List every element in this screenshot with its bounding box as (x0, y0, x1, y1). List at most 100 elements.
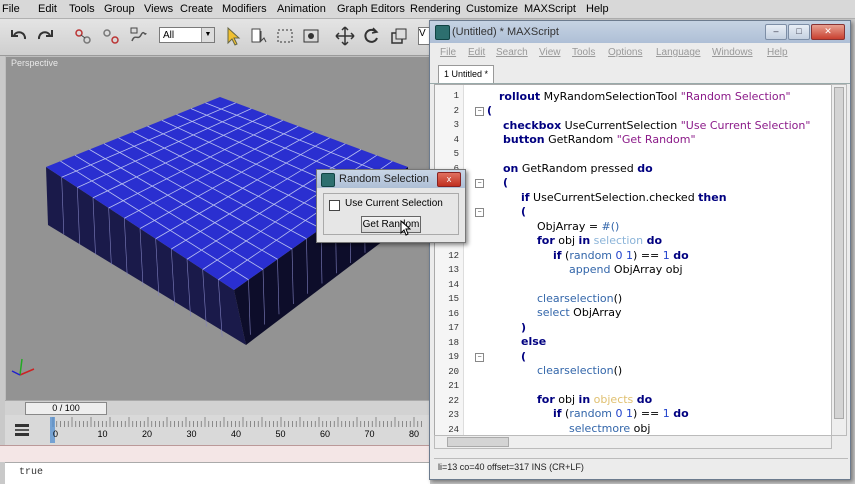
fold-toggle[interactable]: − (475, 107, 484, 116)
link-icon[interactable] (72, 25, 94, 47)
dialog-titlebar[interactable]: Random Selection x (317, 170, 465, 188)
menu-tools[interactable]: Tools (69, 3, 95, 15)
main-menubar: File Edit Tools Group Views Create Modifiers An… (0, 0, 855, 19)
editor-menu-view[interactable]: View (539, 47, 561, 58)
close-icon[interactable]: ✕ (811, 24, 845, 40)
line-number: 14 (435, 280, 459, 290)
line-number: 15 (435, 294, 459, 304)
maxscript-icon (321, 173, 335, 187)
fold-toggle[interactable]: − (475, 179, 484, 188)
redo-icon[interactable] (34, 25, 56, 47)
menu-group[interactable]: Group (104, 3, 135, 15)
line-number: 5 (435, 149, 459, 159)
maxscript-listener[interactable]: true (5, 462, 430, 484)
editor-menu-tools[interactable]: Tools (572, 47, 595, 58)
line-number: 23 (435, 410, 459, 420)
code-line-8: if UseCurrentSelection.checked then (521, 191, 727, 204)
track-bar[interactable]: 01020304050607080 (5, 415, 430, 445)
track-ruler (45, 417, 425, 427)
editor-menu-help[interactable]: Help (767, 47, 788, 58)
code-line-6: on GetRandom pressed do (503, 162, 653, 175)
horizontal-scrollbar[interactable] (434, 435, 832, 449)
use-current-selection-checkbox[interactable] (329, 200, 340, 211)
line-number: 2 (435, 106, 459, 116)
track-tick-label: 70 (365, 429, 375, 439)
menu-views[interactable]: Views (144, 3, 173, 15)
menu-create[interactable]: Create (180, 3, 213, 15)
menu-help[interactable]: Help (586, 3, 609, 15)
menu-modifiers[interactable]: Modifiers (222, 3, 267, 15)
maximize-icon[interactable]: □ (788, 24, 810, 40)
listener-pink-bar[interactable] (0, 445, 430, 462)
minimize-icon[interactable]: – (765, 24, 787, 40)
editor-menu-language[interactable]: Language (656, 47, 701, 58)
code-line-1: rollout MyRandomSelectionTool "Random Se… (499, 90, 791, 103)
close-icon[interactable]: x (437, 172, 461, 187)
maxscript-editor-window[interactable]: (Untitled) * MAXScript – □ ✕ File Edit Sea… (429, 20, 851, 480)
horizontal-scroll-thumb[interactable] (447, 437, 509, 447)
editor-menu-file[interactable]: File (440, 47, 456, 58)
code-line-22: for obj in objects do (537, 393, 652, 406)
editor-menu-search[interactable]: Search (496, 47, 528, 58)
code-line-2: ( (487, 104, 492, 117)
code-line-11: for obj in selection do (537, 234, 662, 247)
editor-menu-options[interactable]: Options (608, 47, 642, 58)
menu-graph-editors[interactable]: Graph Editors (337, 3, 405, 15)
time-slider-thumb[interactable]: 0 / 100 (25, 402, 107, 415)
editor-menu-windows[interactable]: Windows (712, 47, 753, 58)
window-crossing-icon[interactable] (300, 25, 322, 47)
vertical-scrollbar[interactable] (831, 84, 847, 436)
line-number: 20 (435, 367, 459, 377)
line-number: 3 (435, 120, 459, 130)
get-random-button[interactable]: Get Random (361, 216, 421, 233)
editor-menu-edit[interactable]: Edit (468, 47, 485, 58)
line-number: 17 (435, 323, 459, 333)
editor-tab-strip: 1 Untitled * (430, 63, 850, 84)
select-by-name-icon[interactable] (248, 25, 270, 47)
line-number: 13 (435, 265, 459, 275)
code-line-20: clearselection() (537, 364, 622, 377)
code-line-16: select ObjArray (537, 306, 622, 319)
unlink-icon[interactable] (100, 25, 122, 47)
menu-file[interactable]: File (2, 3, 20, 15)
menu-animation[interactable]: Animation (277, 3, 326, 15)
tab-untitled[interactable]: 1 Untitled * (438, 65, 494, 83)
select-icon[interactable] (222, 25, 244, 47)
time-slider[interactable]: 0 / 100 (5, 400, 430, 415)
code-area[interactable]: 123456789101112131415161718192021222324 … (434, 84, 832, 436)
vertical-scroll-thumb[interactable] (834, 87, 844, 419)
undo-icon[interactable] (8, 25, 30, 47)
rect-region-icon[interactable] (274, 25, 296, 47)
menu-customize[interactable]: Customize (466, 3, 518, 15)
editor-titlebar[interactable]: (Untitled) * MAXScript – □ ✕ (430, 21, 850, 43)
track-view-icon[interactable] (13, 421, 31, 439)
track-tick-label: 0 (53, 429, 58, 439)
track-tick-label: 40 (231, 429, 241, 439)
track-tick-label: 10 (98, 429, 108, 439)
fold-toggle[interactable]: − (475, 208, 484, 217)
fold-toggle[interactable]: − (475, 353, 484, 362)
code-line-7: ( (503, 176, 508, 189)
code-line-15: clearselection() (537, 292, 622, 305)
selection-filter-dropdown[interactable]: All▼ (159, 27, 215, 43)
bind-space-warp-icon[interactable] (128, 25, 150, 47)
code-line-17: ) (521, 321, 526, 334)
rotate-icon[interactable] (360, 25, 382, 47)
line-number: 1 (435, 91, 459, 101)
menu-rendering[interactable]: Rendering (410, 3, 461, 15)
line-number: 4 (435, 135, 459, 145)
code-line-18: else (521, 335, 546, 348)
mouse-cursor-icon (399, 220, 411, 236)
menu-edit[interactable]: Edit (38, 3, 57, 15)
line-number: 21 (435, 381, 459, 391)
line-number: 12 (435, 251, 459, 261)
menu-maxscript[interactable]: MAXScript (524, 3, 576, 15)
random-selection-dialog[interactable]: Random Selection x Use Current Selection… (316, 169, 466, 243)
checkbox-label: Use Current Selection (345, 198, 443, 209)
code-line-19: ( (521, 350, 526, 363)
line-number: 18 (435, 338, 459, 348)
scale-icon[interactable] (388, 25, 410, 47)
main-toolbar: All▼ V (0, 19, 430, 56)
move-icon[interactable] (334, 25, 356, 47)
code-line-3: checkbox UseCurrentSelection "Use Curren… (503, 119, 810, 132)
